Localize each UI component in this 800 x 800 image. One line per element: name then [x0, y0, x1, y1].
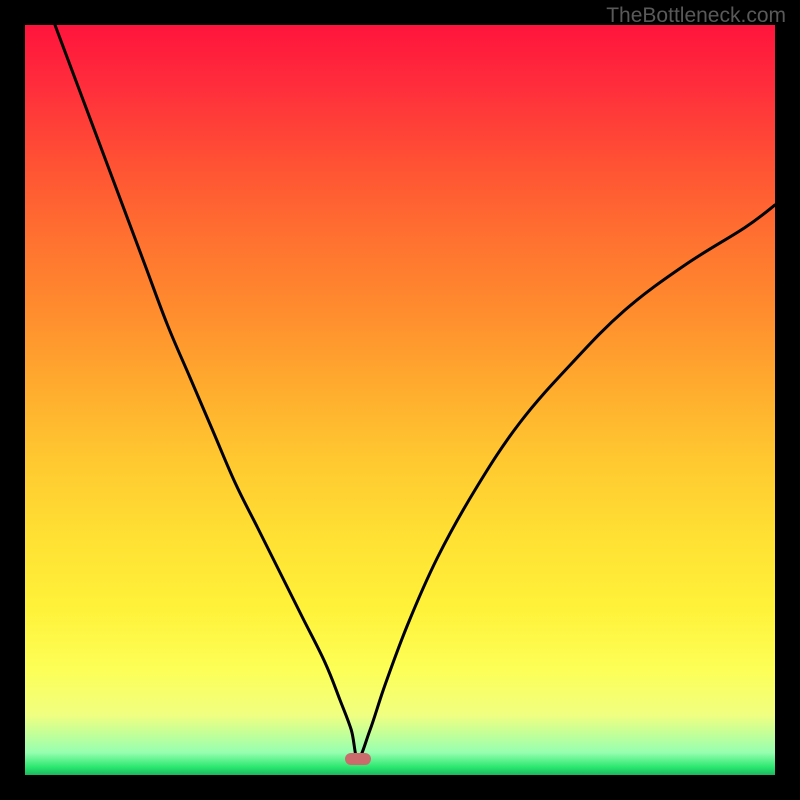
bottleneck-curve: [25, 25, 775, 775]
plot-area: [25, 25, 775, 775]
watermark-text: TheBottleneck.com: [606, 4, 786, 28]
outer-frame: TheBottleneck.com: [0, 0, 800, 800]
minimum-marker: [345, 753, 371, 765]
